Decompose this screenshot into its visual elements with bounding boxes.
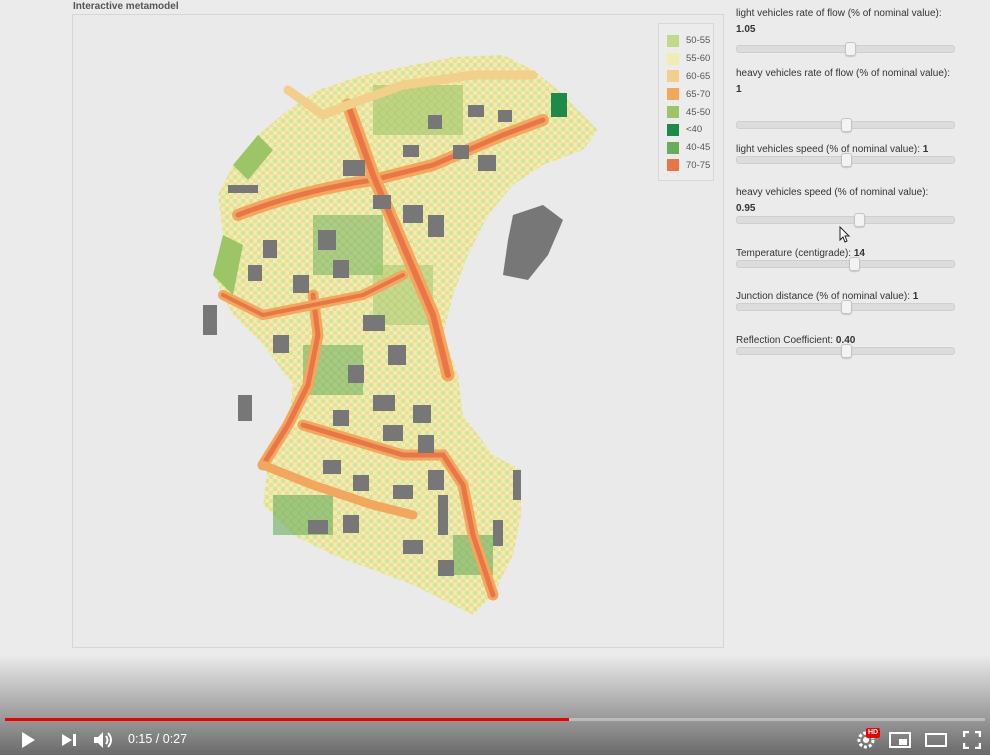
slider-thumb[interactable] [840,153,852,167]
legend-item: 60-65 [667,68,713,86]
progress-fill [5,718,569,721]
slider-track[interactable] [736,344,955,358]
fullscreen-button[interactable] [959,728,985,752]
legend-swatch [667,141,679,154]
slider-label-text: Reflection Coefficient: [736,335,834,346]
time-display: 0:15 / 0:27 [128,732,188,746]
slider-label-text: light vehicles speed (% of nominal value… [736,144,920,155]
slider-track[interactable] [736,42,955,56]
legend-swatch [667,123,679,136]
district-area [213,55,598,615]
slider-control: Reflection Coefficient: 0.40 [736,333,961,358]
slider-label-text: light vehicles rate of flow (% of nomina… [736,8,942,19]
volume-button[interactable] [91,728,117,752]
slider-label: light vehicles rate of flow (% of nomina… [736,6,961,38]
slider-label-text: Junction distance (% of nominal value): [736,291,910,302]
play-button[interactable] [14,728,42,752]
legend-label: 60-65 [686,70,711,82]
legend-label: 65-70 [686,88,711,100]
slider-thumb[interactable] [853,213,865,227]
slider-control: light vehicles speed (% of nominal value… [736,142,961,167]
slider-track[interactable] [736,153,955,167]
theater-icon [925,733,947,747]
slider-value: 1.05 [736,24,756,35]
slider-value: 1 [922,144,929,155]
map-panel: 50-55 55-60 60-65 65-70 45-50 <40 40-45 70-75 [72,14,724,648]
legend-item: 45-50 [667,103,713,121]
legend-label: <40 [686,124,703,136]
legend-swatch [667,88,679,101]
legend-swatch [667,159,679,172]
noise-map[interactable] [73,15,723,647]
slider-track[interactable] [736,257,955,271]
legend-label: 40-45 [686,142,711,154]
slider-control: light vehicles rate of flow (% of nomina… [736,6,961,56]
legend-label: 45-50 [686,106,711,118]
slider-label: heavy vehicles speed (% of nominal value… [736,185,961,217]
slider-label-text: heavy vehicles rate of flow (% of nomina… [736,68,950,79]
slider-thumb[interactable] [840,118,852,132]
slider-label: heavy vehicles rate of flow (% of nomina… [736,66,961,98]
slider-thumb[interactable] [840,344,852,358]
miniplayer-icon [889,732,911,748]
legend-swatch [667,34,679,47]
slider-thumb[interactable] [844,42,856,56]
next-icon [62,734,76,746]
slider-value: 0.95 [736,203,756,214]
next-button[interactable] [57,728,81,752]
legend-item: 40-45 [667,139,713,157]
legend-item: <40 [667,121,713,139]
play-icon [22,732,35,748]
miniplayer-button[interactable] [887,728,913,752]
slider-control: Temperature (centigrade): 14 [736,246,961,271]
theater-mode-button[interactable] [923,728,949,752]
legend-item: 50-55 [667,32,713,50]
slider-track[interactable] [736,213,955,227]
legend-item: 65-70 [667,85,713,103]
hd-badge: HD [866,728,881,738]
progress-bar[interactable] [5,718,985,721]
legend-swatch [667,106,679,119]
slider-track[interactable] [736,300,955,314]
slider-track[interactable] [736,118,955,132]
slider-control: heavy vehicles rate of flow (% of nomina… [736,66,961,132]
legend-swatch [667,70,679,83]
fullscreen-icon [963,731,981,749]
settings-button[interactable]: HD [852,728,881,752]
legend-item: 55-60 [667,50,713,68]
mouse-cursor-icon [839,226,851,243]
slider-value: 1 [736,84,742,95]
slider-thumb[interactable] [849,257,861,271]
legend: 50-55 55-60 60-65 65-70 45-50 <40 40-45 70-75 [658,23,714,181]
legend-label: 70-75 [686,159,711,171]
slider-label-text: Temperature (centigrade): [736,248,852,259]
slider-value: 1 [912,291,919,302]
slider-thumb[interactable] [840,300,852,314]
page-title: Interactive metamodel [73,1,179,12]
legend-swatch [667,52,679,65]
slider-control: Junction distance (% of nominal value): … [736,289,961,314]
slider-control: heavy vehicles speed (% of nominal value… [736,185,961,227]
legend-label: 50-55 [686,35,711,47]
slider-label-text: heavy vehicles speed (% of nominal value… [736,187,929,198]
volume-icon [94,732,112,748]
legend-item: 70-75 [667,157,713,175]
legend-label: 55-60 [686,53,711,65]
